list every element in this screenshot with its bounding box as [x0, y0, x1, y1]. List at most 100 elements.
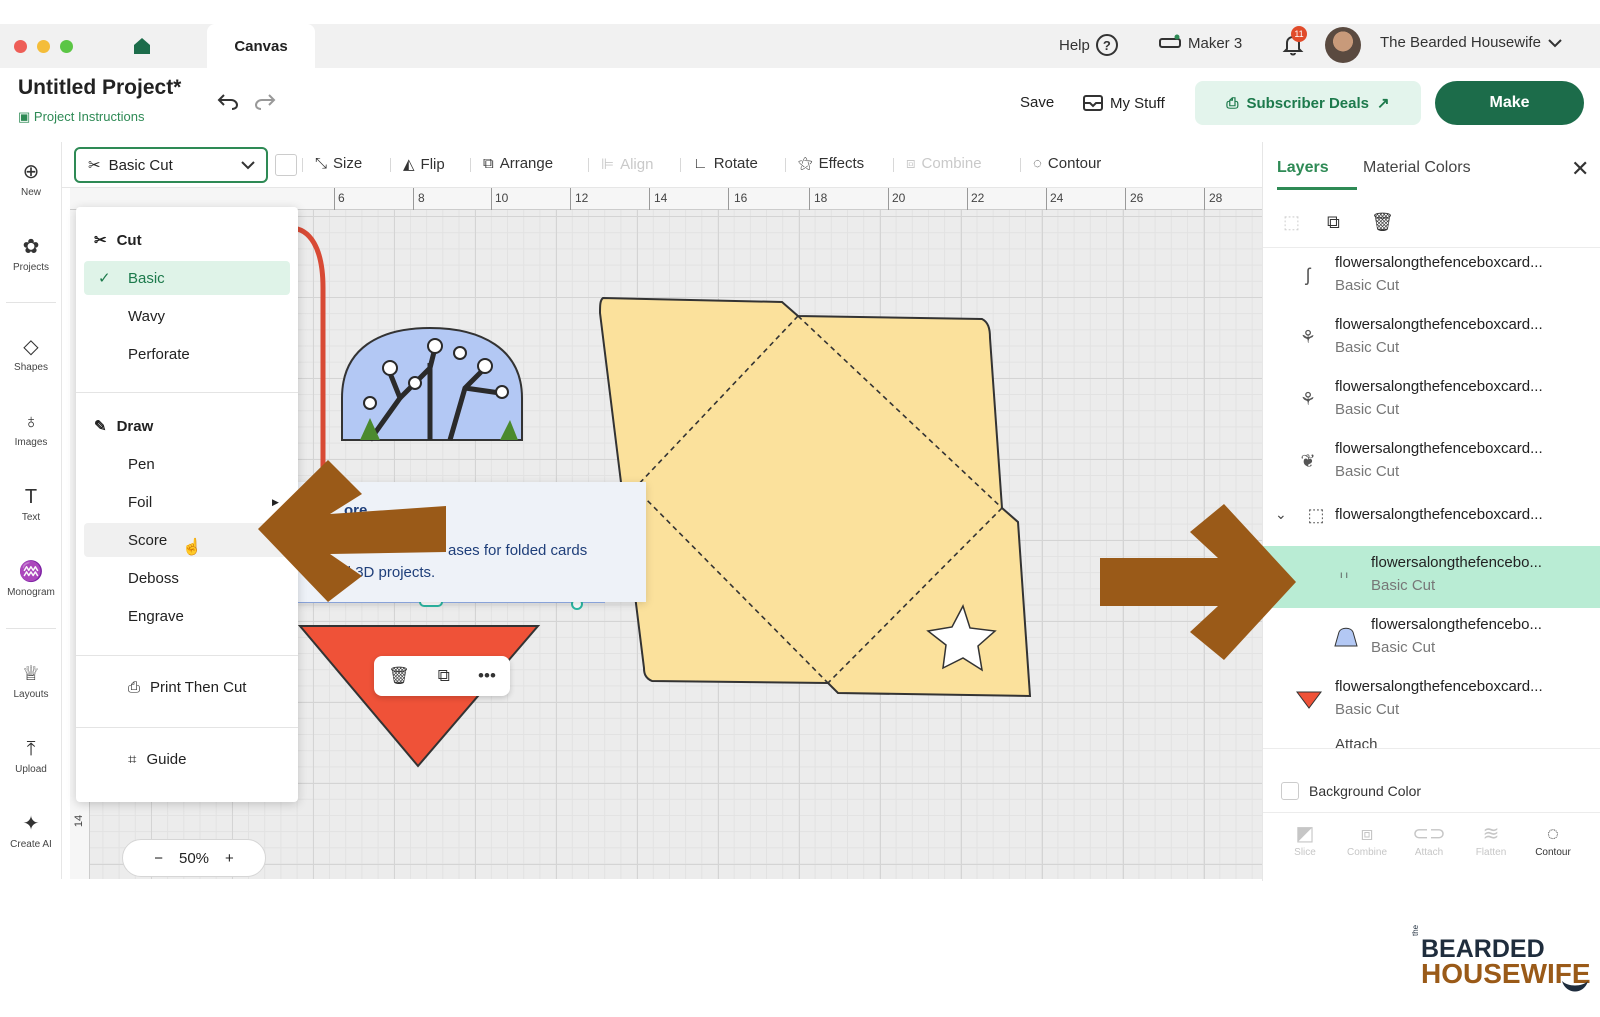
- layer-actions: ⬚ ⧉ 🗑: [1263, 202, 1600, 248]
- background-color-toggle[interactable]: Background Color: [1281, 782, 1421, 800]
- combine-label: Combine: [1346, 847, 1388, 858]
- rotate-icon: ∟: [693, 155, 708, 172]
- nav-upload[interactable]: ⤒ Upload: [0, 737, 62, 775]
- chevron-down-icon: [1548, 38, 1562, 47]
- color-swatch[interactable]: [275, 154, 297, 176]
- rotate-button[interactable]: ∟ Rotate: [693, 155, 758, 172]
- combine-label: Combine: [921, 155, 982, 172]
- nav-text[interactable]: T Text: [0, 485, 62, 523]
- left-nav: ⊕ New ✿ Projects ◇ Shapes ♁ Images T Text ♒ Mo…: [0, 142, 62, 879]
- operation-select[interactable]: ✂ Basic Cut: [74, 147, 268, 183]
- contour-button[interactable]: ◌ Contour: [1033, 155, 1101, 172]
- tag-icon: ⎙: [1226, 94, 1239, 112]
- pen-icon: ✎: [94, 418, 107, 435]
- menu-item-print-then-cut[interactable]: ⎙ Print Then Cut: [128, 679, 246, 696]
- maximize-window-icon[interactable]: [60, 40, 73, 53]
- save-button[interactable]: Save: [1020, 94, 1054, 111]
- layer-row[interactable]: ⚘ flowersalongthefenceboxcard... Basic C…: [1263, 308, 1600, 370]
- zoom-level: 50%: [178, 849, 210, 867]
- layouts-icon: ♕: [22, 663, 40, 685]
- nav-images[interactable]: ♁ Images: [0, 410, 62, 448]
- user-menu[interactable]: The Bearded Housewife: [1380, 34, 1563, 51]
- layer-row[interactable]: ʃ flowersalongthefenceboxcard... Basic C…: [1263, 246, 1600, 308]
- nav-shapes[interactable]: ◇ Shapes: [0, 335, 62, 373]
- layer-thumbnail: ⚘: [1299, 388, 1317, 409]
- duplicate-icon[interactable]: ⧉: [1327, 212, 1340, 233]
- panel-divider: [1263, 748, 1600, 749]
- nav-layouts[interactable]: ♕ Layouts: [0, 662, 62, 700]
- background-color-checkbox[interactable]: [1281, 782, 1299, 800]
- help-button[interactable]: Help ?: [1059, 34, 1118, 56]
- avatar[interactable]: [1325, 27, 1361, 63]
- layer-row-selected[interactable]: ı ı flowersalongthefencebo... Basic Cut: [1263, 546, 1600, 608]
- more-icon[interactable]: •••: [478, 666, 496, 686]
- menu-item-label: Print Then Cut: [150, 679, 247, 696]
- machine-icon: [1159, 34, 1181, 48]
- trash-icon[interactable]: 🗑: [1371, 212, 1394, 233]
- menu-item-guide[interactable]: ⌗ Guide: [128, 751, 186, 768]
- beard-icon: [1562, 981, 1588, 992]
- slice-button[interactable]: ◩ Slice: [1277, 821, 1333, 858]
- tab-material-colors[interactable]: Material Colors: [1363, 159, 1471, 177]
- layer-row[interactable]: ❦ flowersalongthefenceboxcard... Basic C…: [1263, 432, 1600, 494]
- menu-item-wavy[interactable]: Wavy: [84, 299, 290, 333]
- menu-item-perforate[interactable]: Perforate: [84, 337, 290, 371]
- align-button[interactable]: ⊫ Align: [601, 155, 653, 174]
- combine-button[interactable]: ⧈ Combine: [1339, 821, 1395, 858]
- layer-row-partial[interactable]: Attach: [1263, 732, 1600, 748]
- attach-button[interactable]: ⊂⊃ Attach: [1401, 821, 1457, 858]
- toolbar-divider: [588, 158, 589, 172]
- layer-operation: Basic Cut: [1371, 639, 1436, 656]
- subscriber-deals-button[interactable]: ⎙ Subscriber Deals ↗: [1195, 81, 1421, 125]
- my-stuff-button[interactable]: My Stuff: [1082, 94, 1165, 112]
- make-button[interactable]: Make: [1435, 81, 1584, 125]
- group-icon[interactable]: ⬚: [1283, 212, 1300, 233]
- layer-row[interactable]: ⚘ flowersalongthefenceboxcard... Basic C…: [1263, 370, 1600, 432]
- layer-name: Attach: [1335, 736, 1378, 748]
- close-icon[interactable]: ✕: [1571, 156, 1589, 182]
- layer-row[interactable]: flowersalongthefenceboxcard... Basic Cut: [1263, 670, 1600, 732]
- toolbar-divider: [785, 158, 786, 172]
- tab-layers[interactable]: Layers: [1277, 159, 1329, 177]
- minimize-window-icon[interactable]: [37, 40, 50, 53]
- layer-group-row[interactable]: ⌄ ⬚ flowersalongthefenceboxcard...: [1263, 494, 1600, 540]
- menu-item-label: Guide: [146, 751, 187, 768]
- layer-name: flowersalongthefenceboxcard...: [1335, 316, 1543, 333]
- question-icon: ?: [1095, 34, 1118, 56]
- close-window-icon[interactable]: [14, 40, 27, 53]
- nav-new[interactable]: ⊕ New: [0, 160, 62, 198]
- arrange-button[interactable]: ⧉ Arrange: [483, 155, 553, 172]
- redo-icon[interactable]: [253, 91, 277, 111]
- menu-item-label: Engrave: [128, 607, 184, 625]
- flip-button[interactable]: ◭ Flip: [403, 155, 445, 174]
- undo-icon[interactable]: [216, 91, 240, 111]
- zoom-out-button[interactable]: −: [154, 850, 163, 867]
- menu-item-basic[interactable]: ✓ Basic: [84, 261, 290, 295]
- left-pointer-arrow-icon: [258, 460, 446, 602]
- scissors-icon: ✂: [94, 232, 107, 249]
- flatten-button[interactable]: ≋ Flatten: [1463, 821, 1519, 858]
- layer-name: flowersalongthefenceboxcard...: [1335, 440, 1543, 457]
- zoom-in-button[interactable]: +: [225, 850, 234, 867]
- project-instructions-link[interactable]: ▣ Project Instructions: [18, 109, 144, 125]
- menu-divider: [76, 392, 298, 393]
- effects-button[interactable]: ⚝ Effects: [798, 155, 864, 172]
- nav-monogram[interactable]: ♒ Monogram: [0, 560, 62, 598]
- nav-create-ai[interactable]: ✦ Create AI: [0, 812, 62, 850]
- machine-selector[interactable]: Maker 3: [1158, 34, 1242, 52]
- duplicate-icon[interactable]: ⧉: [438, 666, 450, 686]
- contour-button[interactable]: ◌ Contour: [1525, 821, 1581, 858]
- size-button[interactable]: ⤡ Size: [315, 155, 362, 172]
- nav-projects[interactable]: ✿ Projects: [0, 235, 62, 273]
- external-link-icon: ↗: [1377, 95, 1390, 112]
- menu-item-engrave[interactable]: Engrave: [84, 599, 290, 633]
- combine-button[interactable]: ⧈ Combine: [906, 155, 982, 172]
- layer-row[interactable]: flowersalongthefencebo... Basic Cut: [1263, 608, 1600, 670]
- project-title[interactable]: Untitled Project*: [18, 76, 181, 100]
- trash-icon[interactable]: 🗑: [388, 666, 410, 686]
- nav-divider: [6, 628, 56, 629]
- subscriber-deals-label: Subscriber Deals: [1246, 94, 1369, 112]
- red-triangle-shape: [297, 625, 541, 768]
- home-icon[interactable]: [132, 36, 152, 56]
- tab-canvas[interactable]: Canvas: [207, 24, 315, 68]
